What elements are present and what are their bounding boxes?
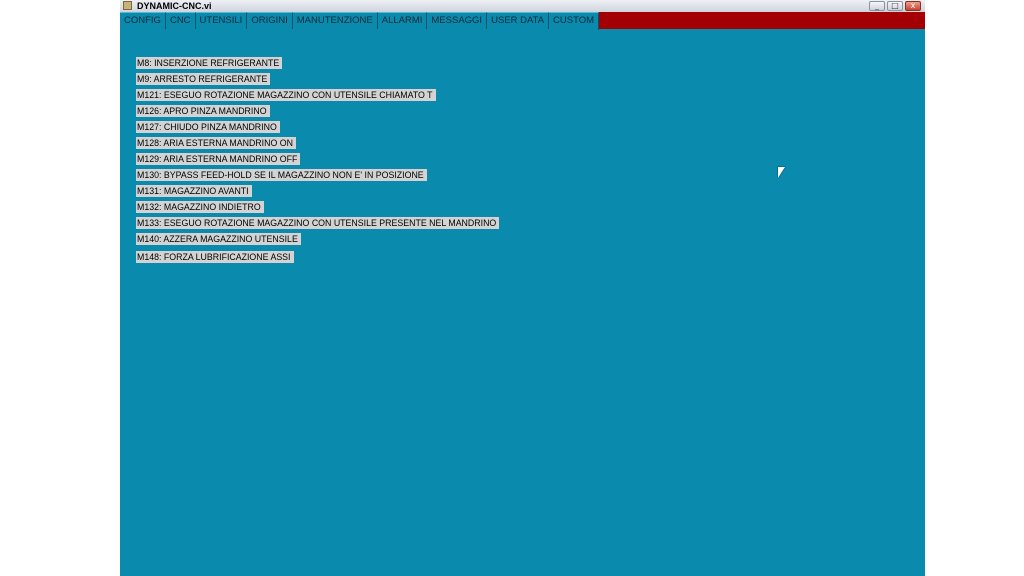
m-code-label: M126: APRO PINZA MANDRINO — [136, 105, 270, 117]
tab-custom[interactable]: CUSTOM — [549, 12, 600, 30]
application-window: DYNAMIC-CNC.vi _ □ x CONFIG CNC UTENSILI OR… — [120, 0, 925, 576]
m-code-label: M129: ARIA ESTERNA MANDRINO OFF — [136, 153, 301, 165]
tab-allarmi[interactable]: ALLARMI — [377, 12, 428, 29]
m-code-label: M132: MAGAZZINO INDIETRO — [136, 201, 264, 213]
m-code-label: M148: FORZA LUBRIFICAZIONE ASSI — [136, 251, 294, 263]
m-code-label: M8: INSERZIONE REFRIGERANTE — [136, 57, 283, 69]
m-code-label: M133: ESEGUO ROTAZIONE MAGAZZINO CON UTE… — [136, 217, 500, 229]
maximize-button[interactable]: □ — [887, 1, 903, 11]
window-title: DYNAMIC-CNC.vi — [137, 1, 212, 11]
m-code-label: M127: CHIUDO PINZA MANDRINO — [136, 121, 280, 133]
tab-cnc[interactable]: CNC — [165, 12, 196, 29]
m-code-label: M121: ESEGUO ROTAZIONE MAGAZZINO CON UTE… — [136, 89, 436, 101]
m-code-label: M131: MAGAZZINO AVANTI — [136, 185, 252, 197]
tab-utensili[interactable]: UTENSILI — [195, 12, 248, 29]
custom-panel: M8: INSERZIONE REFRIGERANTE M9: ARRESTO R… — [120, 29, 925, 576]
tab-origini[interactable]: ORIGINI — [247, 12, 293, 29]
m-code-label: M9: ARRESTO REFRIGERANTE — [136, 73, 271, 85]
tab-config[interactable]: CONFIG — [120, 12, 166, 29]
m-code-label: M128: ARIA ESTERNA MANDRINO ON — [136, 137, 296, 149]
m-code-label: M130: BYPASS FEED-HOLD SE IL MAGAZZINO N… — [136, 169, 427, 181]
m-code-label: M140: AZZERA MAGAZZINO UTENSILE — [136, 233, 301, 245]
minimize-button[interactable]: _ — [869, 1, 885, 11]
close-button[interactable]: x — [905, 1, 921, 11]
tab-list: CONFIG CNC UTENSILI ORIGINI MANUTENZIONE ALLA… — [120, 12, 600, 30]
tab-bar: CONFIG CNC UTENSILI ORIGINI MANUTENZIONE ALLA… — [120, 12, 925, 30]
tab-messaggi[interactable]: MESSAGGI — [427, 12, 488, 29]
tab-manutenzione[interactable]: MANUTENZIONE — [292, 12, 378, 29]
app-icon — [123, 1, 132, 10]
mouse-cursor-icon — [778, 167, 785, 178]
tab-user-data[interactable]: USER DATA — [487, 12, 550, 29]
